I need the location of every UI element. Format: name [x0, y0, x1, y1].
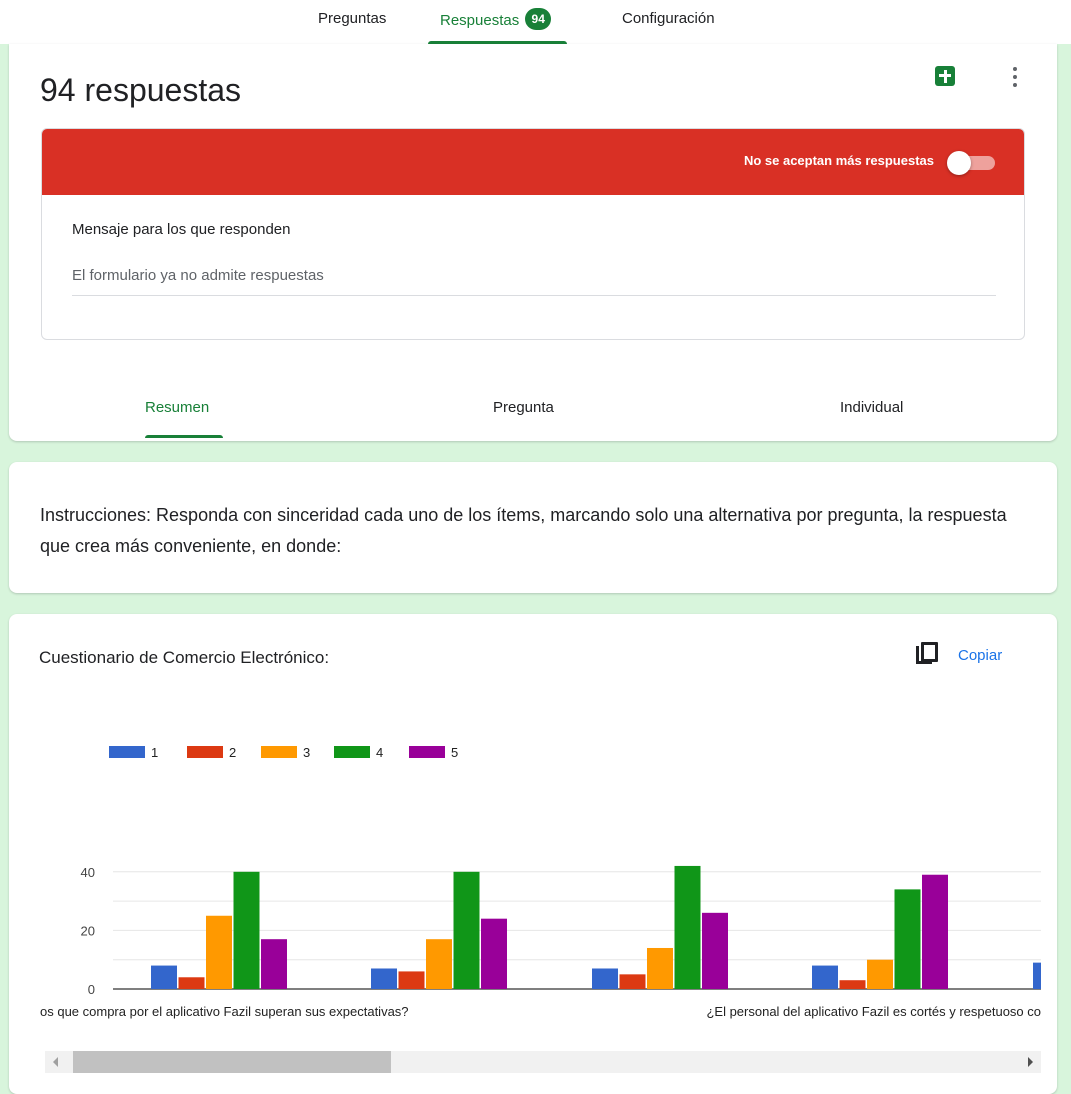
bar-1-group-2 [371, 968, 397, 989]
legend-swatch-5 [409, 746, 445, 758]
horizontal-scrollbar[interactable] [45, 1051, 1041, 1073]
bar-2-group-2 [398, 971, 425, 989]
toggle-thumb [947, 151, 971, 175]
question-card: Cuestionario de Comercio Electrónico: Co… [9, 614, 1057, 1094]
response-bar-chart: 0 20 40 1 2 3 4 5 os que compra por el aplicativ… [40, 745, 1041, 1019]
copy-button[interactable]: Copiar [958, 647, 1002, 664]
bar-3-group-4 [867, 959, 893, 989]
bar-5-group-3 [702, 912, 728, 989]
bar-4-group-3 [674, 865, 701, 989]
tab-responses-label: Respuestas [440, 11, 520, 29]
accepting-responses-panel: No se aceptan más respuestas Mensaje par… [41, 128, 1025, 340]
y-axis-tick-label: 20 [81, 923, 95, 938]
tab-responses[interactable]: Respuestas 94 [428, 8, 568, 44]
legend-label-3: 3 [303, 745, 310, 760]
legend-swatch-2 [187, 746, 223, 758]
bar-partial-next [1033, 962, 1041, 989]
bar-3-group-2 [426, 939, 452, 989]
bar-1-group-1 [151, 965, 177, 989]
bar-2-group-1 [178, 977, 205, 989]
bar-5-group-4 [922, 874, 948, 989]
legend-label-4: 4 [376, 745, 383, 760]
y-axis-tick-label: 40 [81, 865, 95, 880]
bar-1-group-4 [812, 965, 838, 989]
bar-4-group-2 [453, 871, 480, 989]
scroll-right-arrow-icon[interactable] [1028, 1057, 1033, 1067]
legend-label-5: 5 [451, 745, 458, 760]
x-axis-category-label: os que compra por el aplicativo Fazil su… [40, 1004, 409, 1019]
legend-swatch-1 [109, 746, 145, 758]
responses-count-badge: 94 [525, 8, 552, 30]
tab-summary[interactable]: Resumen [145, 399, 209, 416]
not-accepting-label: No se aceptan más respuestas [743, 153, 934, 168]
instructions-card: Instrucciones: Responda con sinceridad c… [9, 462, 1057, 593]
tab-individual[interactable]: Individual [840, 399, 903, 416]
bar-2-group-4 [839, 980, 866, 989]
message-label: Mensaje para los que responden [72, 221, 291, 238]
bar-5-group-2 [481, 918, 507, 989]
tab-question[interactable]: Pregunta [493, 399, 554, 416]
legend-label-1: 1 [151, 745, 158, 760]
top-navigation: Preguntas Respuestas 94 Configuración [0, 0, 1071, 44]
bar-5-group-1 [261, 939, 287, 989]
responses-count-title: 94 respuestas [40, 72, 242, 108]
x-axis-category-label: ¿El personal del aplicativo Fazil es cor… [706, 1004, 1041, 1019]
bar-2-group-3 [619, 974, 646, 989]
tab-settings[interactable]: Configuración [622, 10, 715, 44]
bar-4-group-1 [233, 871, 260, 989]
bar-4-group-4 [894, 889, 921, 989]
question-title: Cuestionario de Comercio Electrónico: [39, 648, 330, 667]
copy-icon[interactable] [916, 642, 938, 666]
not-accepting-banner: No se aceptan más respuestas [42, 129, 1024, 195]
message-input[interactable]: El formulario ya no admite respuestas [72, 267, 996, 296]
legend-swatch-3 [261, 746, 297, 758]
more-vert-icon[interactable] [1005, 64, 1025, 92]
tab-questions[interactable]: Preguntas [318, 10, 386, 44]
legend-label-2: 2 [229, 745, 236, 760]
scroll-thumb[interactable] [73, 1051, 391, 1073]
summary-tab-indicator [145, 435, 223, 438]
tab-questions-label: Preguntas [318, 10, 387, 27]
bar-3-group-1 [206, 915, 232, 989]
accepting-responses-toggle[interactable] [947, 151, 999, 175]
bar-3-group-3 [647, 947, 673, 989]
legend-swatch-4 [334, 746, 370, 758]
tab-settings-label: Configuración [622, 10, 715, 27]
scroll-left-arrow-icon[interactable] [53, 1057, 58, 1067]
responses-card: 94 respuestas No se aceptan más respuest… [9, 44, 1057, 441]
y-axis-tick-label: 0 [88, 982, 95, 997]
google-sheets-icon[interactable] [935, 66, 955, 86]
instructions-text: Instrucciones: Responda con sinceridad c… [40, 505, 1007, 556]
bar-1-group-3 [592, 968, 618, 989]
